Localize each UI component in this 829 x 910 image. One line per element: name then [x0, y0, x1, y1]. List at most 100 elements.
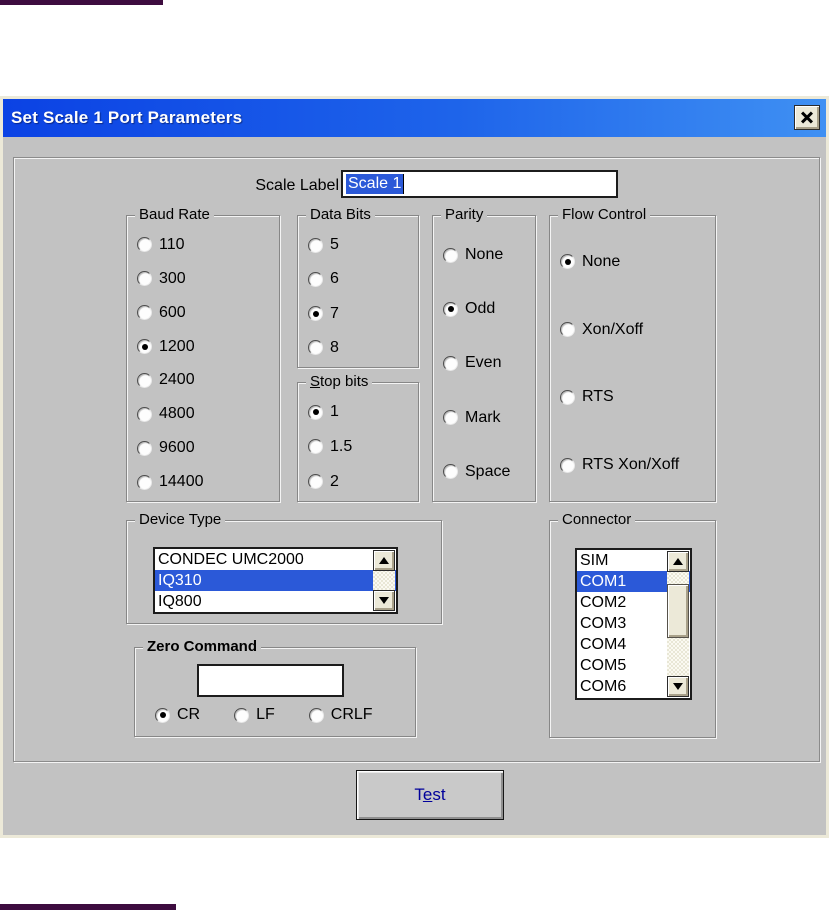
radio-baud-2400[interactable]: 2400	[137, 371, 279, 389]
radio-icon	[137, 271, 152, 287]
radio-icon-checked	[155, 707, 170, 723]
radio-icon	[137, 305, 152, 321]
radio-parity-none[interactable]: None	[443, 246, 535, 264]
radio-baud-4800[interactable]: 4800	[137, 405, 279, 423]
radio-baud-600[interactable]: 600	[137, 304, 279, 322]
flow-control-options: None Xon/Xoff RTS RTS Xon/Xoff	[550, 228, 715, 499]
radio-zero-crlf[interactable]: CRLF	[308, 706, 373, 724]
scrollbar-thumb[interactable]	[667, 584, 689, 638]
connector-scrollbar[interactable]	[667, 551, 689, 697]
radio-flow-rts-xonxoff[interactable]: RTS Xon/Xoff	[560, 456, 715, 474]
radio-baud-14400[interactable]: 14400	[137, 473, 279, 491]
radio-baud-300[interactable]: 300	[137, 270, 279, 288]
page: Set Scale 1 Port Parameters Scale Label …	[0, 0, 829, 910]
group-baud-rate: Baud Rate 110 300 600 1200 2400 4800 960…	[126, 206, 280, 502]
radio-baud-1200[interactable]: 1200	[137, 338, 279, 356]
scale-label-input[interactable]: Scale 1	[341, 170, 618, 198]
group-connector-title: Connector	[558, 511, 636, 528]
radio-icon-checked	[308, 306, 323, 322]
test-button-label: Test	[414, 785, 446, 804]
radio-parity-space[interactable]: Space	[443, 463, 535, 481]
group-connector: Connector SIM COM1 COM2 COM3 COM4 COM5 C…	[549, 511, 716, 738]
radio-baud-110[interactable]: 110	[137, 236, 279, 254]
radio-icon	[443, 464, 458, 480]
device-type-scrollbar[interactable]	[373, 550, 395, 611]
list-item-iq310[interactable]: IQ310	[155, 570, 396, 591]
radio-stopbits-1-5[interactable]: 1.5	[308, 438, 418, 456]
radio-baud-9600[interactable]: 9600	[137, 439, 279, 457]
list-item-condec-umc2000[interactable]: CONDEC UMC2000	[155, 549, 396, 570]
window-title: Set Scale 1 Port Parameters	[11, 108, 243, 127]
close-icon	[800, 111, 814, 125]
radio-icon	[443, 247, 458, 263]
scroll-up-icon	[673, 558, 683, 565]
scale-label-text: Scale Label	[255, 177, 339, 194]
group-baud-rate-title: Baud Rate	[135, 206, 214, 223]
group-device-type: Device Type CONDEC UMC2000 IQ310 IQ800	[126, 511, 442, 624]
radio-icon	[137, 237, 152, 253]
group-parity: Parity None Odd Even Mark Space	[432, 206, 536, 502]
test-button[interactable]: Test	[356, 770, 504, 820]
group-flow-control-title: Flow Control	[558, 206, 651, 223]
radio-icon-checked	[443, 301, 458, 317]
scroll-up-button[interactable]	[667, 551, 689, 572]
radio-databits-5[interactable]: 5	[308, 236, 418, 254]
bottom-rule-fragment	[0, 904, 176, 910]
zero-command-options: CR LF CRLF	[135, 706, 415, 724]
radio-parity-mark[interactable]: Mark	[443, 409, 535, 427]
scroll-up-button[interactable]	[373, 550, 395, 571]
scroll-up-icon	[379, 557, 389, 564]
group-data-bits: Data Bits 5 6 7 8	[297, 206, 419, 368]
parity-options: None Odd Even Mark Space	[433, 228, 535, 499]
radio-icon	[137, 440, 152, 456]
close-button[interactable]	[794, 105, 820, 130]
group-data-bits-title: Data Bits	[306, 206, 375, 223]
zero-command-input[interactable]	[197, 664, 344, 697]
radio-icon-checked	[560, 254, 575, 270]
dialog-panel: Scale Label Scale 1 Baud Rate 110 300 60…	[13, 157, 820, 762]
radio-icon	[443, 410, 458, 426]
stop-bits-options: 1 1.5 2	[298, 395, 418, 499]
radio-zero-cr[interactable]: CR	[155, 706, 200, 724]
radio-icon	[137, 474, 152, 490]
device-type-listbox[interactable]: CONDEC UMC2000 IQ310 IQ800	[153, 547, 398, 614]
radio-parity-odd[interactable]: Odd	[443, 300, 535, 318]
list-item-iq800[interactable]: IQ800	[155, 591, 396, 612]
radio-zero-lf[interactable]: LF	[234, 706, 275, 724]
scroll-down-button[interactable]	[667, 676, 689, 697]
radio-flow-xonxoff[interactable]: Xon/Xoff	[560, 321, 715, 339]
scroll-down-icon	[673, 683, 683, 690]
radio-icon	[137, 372, 152, 388]
group-device-type-title: Device Type	[135, 511, 226, 528]
radio-icon	[308, 707, 324, 723]
radio-icon	[560, 322, 575, 338]
radio-icon-checked	[137, 339, 152, 355]
dialog-window: Set Scale 1 Port Parameters Scale Label …	[0, 96, 829, 838]
radio-flow-rts[interactable]: RTS	[560, 388, 715, 406]
radio-icon	[560, 389, 575, 405]
radio-icon	[137, 406, 152, 422]
radio-icon-checked	[308, 404, 323, 420]
radio-databits-7[interactable]: 7	[308, 305, 418, 323]
radio-flow-none[interactable]: None	[560, 253, 715, 271]
radio-icon	[308, 237, 323, 253]
connector-listbox[interactable]: SIM COM1 COM2 COM3 COM4 COM5 COM6	[575, 548, 692, 700]
data-bits-options: 5 6 7 8	[298, 228, 418, 365]
radio-stopbits-2[interactable]: 2	[308, 473, 418, 491]
group-zero-command: Zero Command CR LF CRLF	[134, 638, 416, 737]
radio-icon	[308, 439, 323, 455]
radio-icon	[308, 340, 323, 356]
scroll-down-button[interactable]	[373, 590, 395, 611]
group-zero-command-title: Zero Command	[143, 638, 262, 655]
titlebar[interactable]: Set Scale 1 Port Parameters	[3, 99, 826, 137]
scroll-down-icon	[379, 597, 389, 604]
radio-databits-6[interactable]: 6	[308, 270, 418, 288]
radio-parity-even[interactable]: Even	[443, 354, 535, 372]
group-flow-control: Flow Control None Xon/Xoff RTS RTS Xon/X…	[549, 206, 716, 502]
radio-icon	[443, 355, 458, 371]
radio-icon	[308, 474, 323, 490]
radio-icon	[560, 457, 575, 473]
radio-stopbits-1[interactable]: 1	[308, 403, 418, 421]
radio-databits-8[interactable]: 8	[308, 339, 418, 357]
top-rule-fragment	[0, 0, 163, 5]
